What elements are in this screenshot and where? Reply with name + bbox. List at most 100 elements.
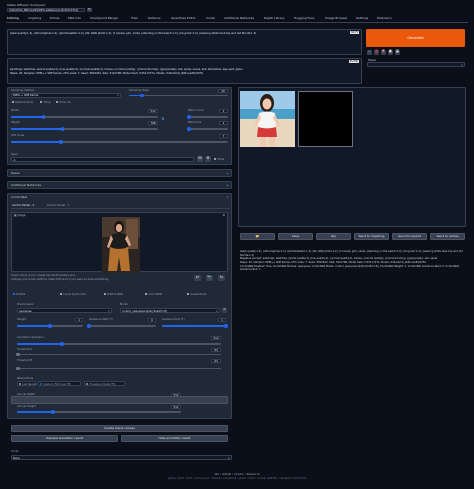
resize-envelope[interactable]: Envelope (Outer Fit) <box>84 381 125 386</box>
script-select[interactable]: None ▾ <box>11 455 232 460</box>
threshold-a-number[interactable]: 64 <box>211 347 221 352</box>
rgb-to-bgr-checkbox[interactable]: RGB to BGR <box>104 293 123 296</box>
threshold-a-slider[interactable] <box>16 352 221 357</box>
save-button[interactable]: Save <box>278 233 313 240</box>
guidance-end-slider[interactable] <box>162 324 228 328</box>
tab-depth-library[interactable]: Depth Library <box>264 16 285 21</box>
guidance-start-slider[interactable] <box>87 324 156 328</box>
refresh-icon[interactable]: ↻ <box>222 307 227 313</box>
read-params-icon[interactable]: ↙ <box>367 49 372 55</box>
poses-accordion[interactable]: Poses ◂ <box>7 169 232 177</box>
low-vram-checkbox[interactable]: Low VRAM <box>145 293 162 296</box>
styles-select[interactable]: ▾ <box>367 62 465 67</box>
dice-icon[interactable]: ⚄ <box>197 156 203 162</box>
control-model-1-tab[interactable]: Control Model - 1 <box>47 204 69 207</box>
controlnet-image-area[interactable]: ▣ Image ✕ <box>11 212 228 273</box>
batch-count-knob[interactable] <box>187 115 191 119</box>
swap-icon[interactable]: ⇄ <box>194 275 201 281</box>
mirror-icon[interactable]: ⇆ <box>218 275 225 281</box>
seed-extra-checkbox[interactable]: Extra <box>214 158 224 161</box>
invert-input-color-checkbox[interactable]: Invert Input Color <box>60 293 86 296</box>
canvas-height-slider[interactable] <box>17 410 181 414</box>
negative-prompt-input[interactable]: paintings, sketches, (worst quality:2), … <box>7 58 362 84</box>
sampling-steps-slider[interactable] <box>129 93 228 98</box>
batch-size-knob[interactable] <box>187 127 191 131</box>
checkpoint-select[interactable]: chilloutmix_NiPrunedFp32Fix.safetensors … <box>7 7 85 12</box>
batch-count-slider[interactable] <box>187 115 228 119</box>
model-select[interactable]: control_openpose-fp16 [9ca67cc5] ▾ <box>120 308 220 313</box>
paste-style-icon[interactable]: 📋 <box>388 49 393 55</box>
width-knob[interactable] <box>41 115 46 119</box>
weight-slider[interactable] <box>17 324 83 328</box>
close-icon[interactable]: ✕ <box>222 213 225 218</box>
swap-dimensions-icon[interactable]: ⇅ <box>161 116 164 121</box>
tab-txt2img[interactable]: txt2img <box>7 16 19 21</box>
sampling-method-select[interactable]: DPM++ SDE Karras ▾ <box>11 92 121 98</box>
output-image-1[interactable] <box>240 91 295 147</box>
tab-train[interactable]: Train <box>131 16 138 21</box>
width-slider[interactable] <box>11 115 158 119</box>
tab-settings[interactable]: Settings <box>356 16 368 21</box>
send-to-extras-button[interactable]: Send to extras <box>430 233 465 240</box>
cfg-slider[interactable] <box>11 140 228 144</box>
additional-networks-accordion[interactable]: Additional Networks ◂ <box>7 181 232 189</box>
height-knob[interactable] <box>60 127 65 131</box>
resize-scale-to-fit[interactable]: Scale to Fit (Inner Fit) <box>38 381 81 386</box>
trash-icon[interactable]: 🗑 <box>374 49 379 55</box>
tab-extension[interactable]: Extension <box>377 16 392 21</box>
batch-size-number[interactable]: 1 <box>219 121 228 125</box>
height-slider[interactable] <box>11 127 158 131</box>
annotator-resolution-number[interactable]: 512 <box>211 336 221 340</box>
hires-fix-checkbox[interactable]: Hires. fix <box>56 101 71 104</box>
send-to-inpaint-button[interactable]: Send to inpaint <box>392 233 427 240</box>
weight-number[interactable]: 1 <box>75 318 83 322</box>
annotator-resolution-slider[interactable] <box>17 342 221 346</box>
output-image-2[interactable] <box>298 91 353 147</box>
camera-icon[interactable]: 📷 <box>206 275 213 281</box>
tab-conte[interactable]: Conte <box>206 16 215 21</box>
footer-links[interactable]: API • Github • Gradio • Reload UI <box>0 472 474 476</box>
zip-button[interactable]: Zip <box>316 233 351 240</box>
refresh-icon[interactable]: ↻ <box>87 7 92 12</box>
restore-faces-checkbox[interactable]: Restore faces <box>12 101 33 104</box>
guidance-start-number[interactable]: 0 <box>148 318 156 322</box>
batch-size-slider[interactable] <box>187 127 228 131</box>
cfg-number[interactable]: 7 <box>219 134 228 138</box>
guidance-end-knob[interactable] <box>224 324 228 328</box>
prompt-input[interactable]: (best quality:1.4), (ultra highres:1.2),… <box>7 29 362 55</box>
width-number[interactable]: 512 <box>148 109 158 113</box>
annotator-resolution-knob[interactable] <box>60 342 64 346</box>
save-style-icon[interactable]: 💾 <box>395 49 400 55</box>
tab-png-info[interactable]: PNG Info <box>68 16 81 21</box>
preview-annotator-button[interactable]: Preview annotator result <box>11 435 118 442</box>
tab-checkpoint-merger[interactable]: Checkpoint Merger <box>90 16 118 21</box>
guidance-start-knob[interactable] <box>87 324 91 328</box>
tab-additional-networks[interactable]: Additional Networks <box>224 16 254 21</box>
tab-image-browser[interactable]: Image Browser <box>325 16 348 21</box>
tiling-checkbox[interactable]: Tiling <box>40 101 50 104</box>
cfg-knob[interactable] <box>59 140 63 144</box>
tab-defence[interactable]: Defence <box>148 16 160 21</box>
threshold-b-slider[interactable] <box>16 366 221 371</box>
send-to-img2img-button[interactable]: Send to img2img <box>354 233 389 240</box>
resize-just-resize[interactable]: Just Resize <box>17 381 36 386</box>
extra-networks-icon[interactable]: 🎴 <box>381 49 386 55</box>
guidance-end-number[interactable]: 1 <box>218 318 226 322</box>
preprocessor-select[interactable]: openpose ▾ <box>17 308 112 313</box>
sampling-steps-number[interactable]: 20 <box>218 88 228 93</box>
batch-count-number[interactable]: 1 <box>219 109 228 113</box>
recycle-icon[interactable]: ♻ <box>205 156 211 162</box>
control-model-0-tab[interactable]: Control Model - 0 <box>12 204 34 207</box>
weight-knob[interactable] <box>48 324 52 328</box>
tab-img2img[interactable]: img2img <box>28 16 41 21</box>
canvas-height-number[interactable]: 512 <box>171 404 181 409</box>
hide-annotator-button[interactable]: Hide annotator result <box>121 435 228 442</box>
tab-extras[interactable]: Extras <box>50 16 59 21</box>
tab-hugging-face[interactable]: Hugging Face <box>294 16 314 21</box>
open-folder-button[interactable]: 📂 <box>240 233 275 240</box>
threshold-a-knob[interactable] <box>16 352 20 357</box>
sampling-steps-knob[interactable] <box>140 93 144 98</box>
height-number[interactable]: 768 <box>148 121 158 125</box>
guess-mode-checkbox[interactable]: Guess Mode <box>187 293 206 296</box>
seed-input[interactable]: -1 <box>11 157 194 162</box>
